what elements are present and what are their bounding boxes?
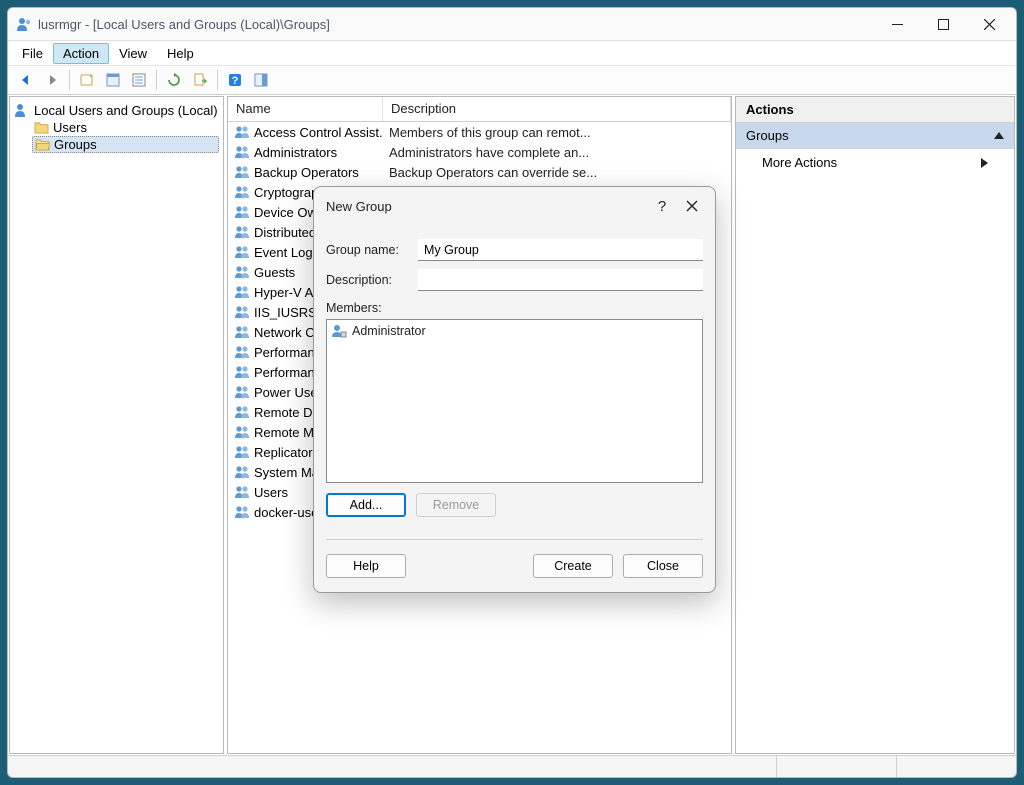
actions-section-groups[interactable]: Groups bbox=[736, 123, 1014, 149]
list-row[interactable]: Backup OperatorsBackup Operators can ove… bbox=[228, 162, 731, 182]
tree-node-groups[interactable]: Groups bbox=[32, 136, 219, 153]
collapse-icon bbox=[994, 132, 1004, 139]
tree-node-users[interactable]: Users bbox=[34, 119, 219, 136]
refresh-button[interactable] bbox=[162, 68, 186, 92]
close-button[interactable]: Close bbox=[623, 554, 703, 578]
folder-open-icon bbox=[35, 138, 50, 151]
back-button[interactable] bbox=[14, 68, 38, 92]
actions-pane-button[interactable] bbox=[249, 68, 273, 92]
actions-panel: Actions Groups More Actions bbox=[735, 96, 1015, 754]
members-label: Members: bbox=[326, 301, 703, 315]
toolbar-separator bbox=[69, 70, 70, 90]
list-header: Name Description bbox=[228, 97, 731, 122]
menu-action[interactable]: Action bbox=[53, 43, 109, 64]
submenu-icon bbox=[981, 158, 988, 168]
menubar: File Action View Help bbox=[8, 40, 1016, 65]
description-label: Description: bbox=[326, 273, 418, 287]
menu-view[interactable]: View bbox=[109, 43, 157, 64]
svg-text:?: ? bbox=[232, 75, 239, 87]
forward-button[interactable] bbox=[40, 68, 64, 92]
description-input[interactable] bbox=[418, 269, 703, 291]
tree-root-label: Local Users and Groups (Local) bbox=[34, 103, 218, 118]
help-button[interactable]: ? bbox=[223, 68, 247, 92]
status-cell bbox=[896, 756, 1016, 777]
dialog-titlebar: New Group ? bbox=[314, 187, 715, 225]
status-cell bbox=[776, 756, 896, 777]
column-header-name[interactable]: Name bbox=[228, 97, 383, 121]
tree-panel[interactable]: Local Users and Groups (Local) Users Gro… bbox=[9, 96, 224, 754]
column-header-description[interactable]: Description bbox=[383, 97, 731, 121]
list-button[interactable] bbox=[127, 68, 151, 92]
folder-icon bbox=[34, 121, 49, 134]
toolbar-separator bbox=[156, 70, 157, 90]
remove-button[interactable]: Remove bbox=[416, 493, 496, 517]
export-button[interactable] bbox=[188, 68, 212, 92]
toolbar: ? bbox=[8, 65, 1016, 95]
tree-users-label: Users bbox=[53, 120, 87, 135]
titlebar: lusrmgr - [Local Users and Groups (Local… bbox=[8, 8, 1016, 40]
help-button[interactable]: Help bbox=[326, 554, 406, 578]
dialog-title: New Group bbox=[326, 199, 647, 214]
group-name-label: Group name: bbox=[326, 243, 418, 257]
actions-header: Actions bbox=[736, 97, 1014, 123]
app-icon bbox=[16, 16, 32, 32]
lusrmgr-icon bbox=[14, 102, 30, 118]
group-name-input[interactable] bbox=[418, 239, 703, 261]
create-button[interactable]: Create bbox=[533, 554, 613, 578]
new-button[interactable] bbox=[75, 68, 99, 92]
tree-groups-label: Groups bbox=[54, 137, 97, 152]
dialog-close-button[interactable] bbox=[677, 193, 707, 219]
maximize-button[interactable] bbox=[920, 8, 966, 40]
list-row[interactable]: AdministratorsAdministrators have comple… bbox=[228, 142, 731, 162]
statusbar bbox=[8, 755, 1016, 777]
member-item[interactable]: Administrator bbox=[331, 324, 698, 338]
actions-more-actions[interactable]: More Actions bbox=[736, 149, 1014, 176]
minimize-button[interactable] bbox=[874, 8, 920, 40]
menu-help[interactable]: Help bbox=[157, 43, 204, 64]
dialog-help-button[interactable]: ? bbox=[647, 193, 677, 219]
actions-groups-label: Groups bbox=[746, 128, 789, 143]
actions-more-label: More Actions bbox=[762, 155, 837, 170]
close-button[interactable] bbox=[966, 8, 1012, 40]
window-title: lusrmgr - [Local Users and Groups (Local… bbox=[38, 17, 874, 32]
members-listbox[interactable]: Administrator bbox=[326, 319, 703, 483]
properties-button[interactable] bbox=[101, 68, 125, 92]
menu-file[interactable]: File bbox=[12, 43, 53, 64]
add-button[interactable]: Add... bbox=[326, 493, 406, 517]
list-row[interactable]: Access Control Assist...Members of this … bbox=[228, 122, 731, 142]
toolbar-separator bbox=[217, 70, 218, 90]
tree-root[interactable]: Local Users and Groups (Local) bbox=[14, 101, 219, 119]
new-group-dialog: New Group ? Group name: Description: Mem… bbox=[313, 186, 716, 593]
